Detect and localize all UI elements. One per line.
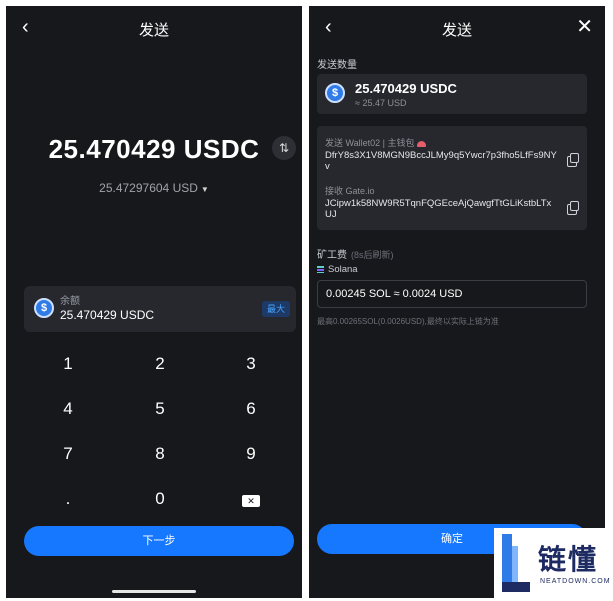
send-amount: 25.470429 USDC	[355, 81, 457, 96]
wallet-hat-icon	[416, 140, 426, 147]
max-button[interactable]: 最大	[261, 301, 290, 317]
home-indicator	[112, 590, 196, 593]
address-card: 发送 Wallet02 | 主钱包 DfrY8s3X1V8MGN9BccJLMy…	[317, 126, 587, 230]
key-8[interactable]: 8	[115, 432, 205, 476]
close-icon[interactable]: ✕	[576, 17, 593, 37]
to-label: 接收 Gate.io	[325, 186, 375, 196]
key-4[interactable]: 4	[23, 387, 113, 431]
balance-label: 余额	[60, 296, 80, 307]
swap-icon[interactable]: ⇅	[272, 136, 296, 160]
amount-value: 25.470429 USDC	[48, 134, 260, 164]
from-label: 发送 Wallet02 | 主钱包	[325, 136, 426, 149]
balance-card: $ 余额 25.470429 USDC 最大	[24, 286, 296, 332]
key-6[interactable]: 6	[206, 387, 296, 431]
key-9[interactable]: 9	[206, 432, 296, 476]
caret-down-icon: ▼	[200, 185, 209, 194]
key-7[interactable]: 7	[23, 432, 113, 476]
page-title: 发送	[138, 22, 169, 39]
chain-label: Solana	[317, 264, 358, 275]
fiat-value-selector[interactable]: 25.47297604 USD ▼	[6, 181, 302, 195]
send-confirm-screen: ‹ 发送 ✕ 发送数量 $ 25.470429 USDC ≈ 25.47 USD…	[309, 6, 605, 598]
balance-amount: 25.470429 USDC	[60, 308, 155, 322]
send-amount-screen: ‹ 发送 25.470429 USDC ⇅ 25.47297604 USD ▼ $…	[6, 6, 302, 598]
to-address: JCipw1k58NW9R5TqnFQGEceAjQawgfTtGLiKstbL…	[325, 198, 552, 220]
watermark-cn: 链懂	[538, 543, 599, 576]
usdc-coin-icon: $	[325, 83, 345, 103]
amount-section-label: 发送数量	[317, 60, 357, 71]
solana-icon	[317, 265, 324, 273]
key-dot[interactable]: .	[23, 477, 113, 521]
usdc-coin-icon: $	[34, 298, 54, 318]
send-amount-fiat: ≈ 25.47 USD	[355, 98, 407, 108]
neatdown-watermark: 链懂 NEATDOWN.COM	[494, 528, 613, 601]
key-3[interactable]: 3	[206, 342, 296, 386]
from-address: DfrY8s3X1V8MGN9BccJLMy9q5Ywcr7p3fho5LfFs…	[325, 150, 557, 172]
fee-note: 最高0.00265SOL(0.0026USD),最终以实际上链为准	[317, 317, 499, 326]
key-0[interactable]: 0	[115, 477, 205, 521]
backspace-icon: ✕	[242, 495, 260, 507]
fee-field[interactable]: 0.00245 SOL ≈ 0.0024 USD	[317, 280, 587, 308]
backspace-key[interactable]: ✕	[206, 477, 296, 521]
amount-display: 25.470429 USDC	[6, 134, 302, 165]
nav-bar: ‹ 发送 ✕	[309, 6, 605, 50]
watermark-en: NEATDOWN.COM	[540, 578, 611, 585]
copy-icon[interactable]	[567, 201, 579, 215]
page-title: 发送	[441, 22, 472, 39]
key-1[interactable]: 1	[23, 342, 113, 386]
copy-icon[interactable]	[567, 153, 579, 167]
key-5[interactable]: 5	[115, 387, 205, 431]
next-button[interactable]: 下一步	[24, 526, 294, 556]
neatdown-logo-icon	[502, 534, 530, 592]
key-2[interactable]: 2	[115, 342, 205, 386]
amount-card: $ 25.470429 USDC ≈ 25.47 USD	[317, 74, 587, 114]
nav-bar: ‹ 发送	[6, 6, 302, 50]
fee-title: 矿工费 (8s后刷新)	[317, 250, 394, 261]
fee-refresh: (8s后刷新)	[351, 250, 394, 260]
fiat-value: 25.47297604 USD	[99, 181, 198, 195]
